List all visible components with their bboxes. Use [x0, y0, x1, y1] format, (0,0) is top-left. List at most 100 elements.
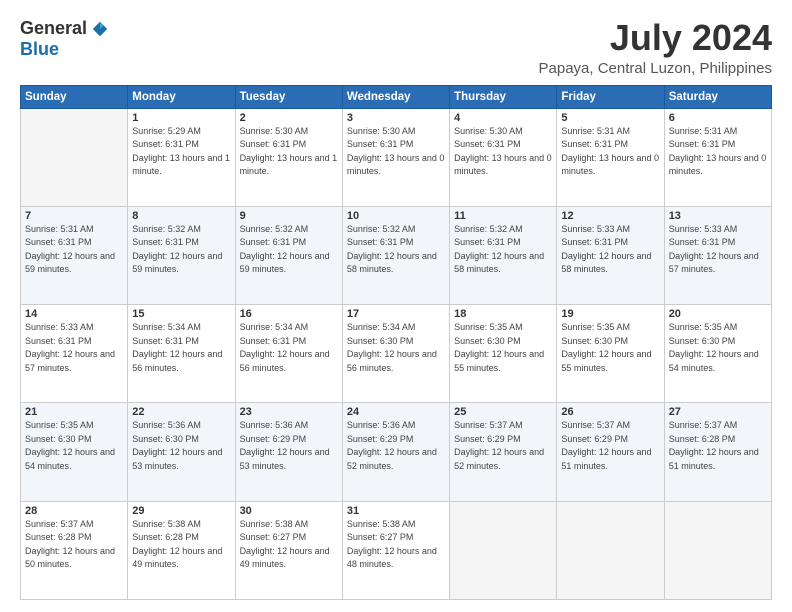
calendar-cell: 8 Sunrise: 5:32 AMSunset: 6:31 PMDayligh… — [128, 206, 235, 304]
calendar-cell: 20 Sunrise: 5:35 AMSunset: 6:30 PMDaylig… — [664, 305, 771, 403]
day-detail: Sunrise: 5:35 AMSunset: 6:30 PMDaylight:… — [669, 322, 759, 373]
title-section: July 2024 Papaya, Central Luzon, Philipp… — [539, 18, 772, 77]
calendar-cell: 11 Sunrise: 5:32 AMSunset: 6:31 PMDaylig… — [450, 206, 557, 304]
calendar-cell: 26 Sunrise: 5:37 AMSunset: 6:29 PMDaylig… — [557, 403, 664, 501]
day-number: 11 — [454, 210, 552, 222]
day-number: 29 — [132, 505, 230, 517]
calendar-cell: 5 Sunrise: 5:31 AMSunset: 6:31 PMDayligh… — [557, 108, 664, 206]
calendar-cell: 12 Sunrise: 5:33 AMSunset: 6:31 PMDaylig… — [557, 206, 664, 304]
day-detail: Sunrise: 5:33 AMSunset: 6:31 PMDaylight:… — [561, 224, 651, 275]
day-number: 28 — [25, 505, 123, 517]
calendar-cell: 16 Sunrise: 5:34 AMSunset: 6:31 PMDaylig… — [235, 305, 342, 403]
day-detail: Sunrise: 5:37 AMSunset: 6:29 PMDaylight:… — [454, 420, 544, 471]
day-number: 20 — [669, 308, 767, 320]
col-saturday: Saturday — [664, 85, 771, 108]
day-detail: Sunrise: 5:38 AMSunset: 6:27 PMDaylight:… — [240, 519, 330, 570]
day-number: 12 — [561, 210, 659, 222]
calendar-cell: 15 Sunrise: 5:34 AMSunset: 6:31 PMDaylig… — [128, 305, 235, 403]
calendar-cell: 17 Sunrise: 5:34 AMSunset: 6:30 PMDaylig… — [342, 305, 449, 403]
logo-icon — [91, 20, 109, 38]
day-detail: Sunrise: 5:37 AMSunset: 6:28 PMDaylight:… — [25, 519, 115, 570]
day-detail: Sunrise: 5:36 AMSunset: 6:29 PMDaylight:… — [347, 420, 437, 471]
day-detail: Sunrise: 5:35 AMSunset: 6:30 PMDaylight:… — [454, 322, 544, 373]
logo-general-text: General — [20, 18, 87, 39]
day-number: 19 — [561, 308, 659, 320]
day-detail: Sunrise: 5:33 AMSunset: 6:31 PMDaylight:… — [25, 322, 115, 373]
col-friday: Friday — [557, 85, 664, 108]
day-detail: Sunrise: 5:32 AMSunset: 6:31 PMDaylight:… — [132, 224, 222, 275]
calendar-cell: 28 Sunrise: 5:37 AMSunset: 6:28 PMDaylig… — [21, 501, 128, 599]
day-detail: Sunrise: 5:35 AMSunset: 6:30 PMDaylight:… — [25, 420, 115, 471]
page: General Blue July 2024 Papaya, Central L… — [0, 0, 792, 612]
location: Papaya, Central Luzon, Philippines — [539, 60, 772, 77]
calendar-cell: 25 Sunrise: 5:37 AMSunset: 6:29 PMDaylig… — [450, 403, 557, 501]
calendar-cell: 7 Sunrise: 5:31 AMSunset: 6:31 PMDayligh… — [21, 206, 128, 304]
day-detail: Sunrise: 5:33 AMSunset: 6:31 PMDaylight:… — [669, 224, 759, 275]
header: General Blue July 2024 Papaya, Central L… — [20, 18, 772, 77]
day-detail: Sunrise: 5:34 AMSunset: 6:30 PMDaylight:… — [347, 322, 437, 373]
calendar-cell — [21, 108, 128, 206]
day-number: 27 — [669, 406, 767, 418]
day-number: 25 — [454, 406, 552, 418]
day-number: 10 — [347, 210, 445, 222]
day-number: 26 — [561, 406, 659, 418]
col-wednesday: Wednesday — [342, 85, 449, 108]
calendar-cell: 4 Sunrise: 5:30 AMSunset: 6:31 PMDayligh… — [450, 108, 557, 206]
day-number: 15 — [132, 308, 230, 320]
day-number: 13 — [669, 210, 767, 222]
header-row: Sunday Monday Tuesday Wednesday Thursday… — [21, 85, 772, 108]
calendar-cell — [450, 501, 557, 599]
month-year: July 2024 — [539, 18, 772, 58]
day-number: 4 — [454, 112, 552, 124]
day-number: 1 — [132, 112, 230, 124]
day-detail: Sunrise: 5:30 AMSunset: 6:31 PMDaylight:… — [454, 126, 552, 177]
col-sunday: Sunday — [21, 85, 128, 108]
day-detail: Sunrise: 5:32 AMSunset: 6:31 PMDaylight:… — [240, 224, 330, 275]
calendar-cell: 27 Sunrise: 5:37 AMSunset: 6:28 PMDaylig… — [664, 403, 771, 501]
calendar-cell: 14 Sunrise: 5:33 AMSunset: 6:31 PMDaylig… — [21, 305, 128, 403]
day-detail: Sunrise: 5:37 AMSunset: 6:28 PMDaylight:… — [669, 420, 759, 471]
day-number: 5 — [561, 112, 659, 124]
logo-blue-text: Blue — [20, 39, 59, 60]
col-monday: Monday — [128, 85, 235, 108]
day-detail: Sunrise: 5:31 AMSunset: 6:31 PMDaylight:… — [561, 126, 659, 177]
day-detail: Sunrise: 5:38 AMSunset: 6:28 PMDaylight:… — [132, 519, 222, 570]
calendar-week-2: 14 Sunrise: 5:33 AMSunset: 6:31 PMDaylig… — [21, 305, 772, 403]
calendar-cell: 21 Sunrise: 5:35 AMSunset: 6:30 PMDaylig… — [21, 403, 128, 501]
calendar-cell: 29 Sunrise: 5:38 AMSunset: 6:28 PMDaylig… — [128, 501, 235, 599]
calendar-cell: 6 Sunrise: 5:31 AMSunset: 6:31 PMDayligh… — [664, 108, 771, 206]
calendar-cell: 10 Sunrise: 5:32 AMSunset: 6:31 PMDaylig… — [342, 206, 449, 304]
col-thursday: Thursday — [450, 85, 557, 108]
day-number: 16 — [240, 308, 338, 320]
day-detail: Sunrise: 5:36 AMSunset: 6:29 PMDaylight:… — [240, 420, 330, 471]
calendar-cell: 24 Sunrise: 5:36 AMSunset: 6:29 PMDaylig… — [342, 403, 449, 501]
calendar-week-4: 28 Sunrise: 5:37 AMSunset: 6:28 PMDaylig… — [21, 501, 772, 599]
calendar-cell — [557, 501, 664, 599]
day-detail: Sunrise: 5:29 AMSunset: 6:31 PMDaylight:… — [132, 126, 230, 177]
calendar-cell: 19 Sunrise: 5:35 AMSunset: 6:30 PMDaylig… — [557, 305, 664, 403]
day-number: 24 — [347, 406, 445, 418]
calendar-cell: 22 Sunrise: 5:36 AMSunset: 6:30 PMDaylig… — [128, 403, 235, 501]
day-number: 3 — [347, 112, 445, 124]
day-number: 14 — [25, 308, 123, 320]
day-detail: Sunrise: 5:36 AMSunset: 6:30 PMDaylight:… — [132, 420, 222, 471]
day-number: 7 — [25, 210, 123, 222]
day-detail: Sunrise: 5:30 AMSunset: 6:31 PMDaylight:… — [347, 126, 445, 177]
day-detail: Sunrise: 5:32 AMSunset: 6:31 PMDaylight:… — [347, 224, 437, 275]
day-detail: Sunrise: 5:38 AMSunset: 6:27 PMDaylight:… — [347, 519, 437, 570]
calendar-week-3: 21 Sunrise: 5:35 AMSunset: 6:30 PMDaylig… — [21, 403, 772, 501]
day-number: 2 — [240, 112, 338, 124]
day-number: 23 — [240, 406, 338, 418]
logo: General Blue — [20, 18, 109, 60]
day-number: 21 — [25, 406, 123, 418]
calendar-cell: 30 Sunrise: 5:38 AMSunset: 6:27 PMDaylig… — [235, 501, 342, 599]
calendar-cell: 31 Sunrise: 5:38 AMSunset: 6:27 PMDaylig… — [342, 501, 449, 599]
day-detail: Sunrise: 5:34 AMSunset: 6:31 PMDaylight:… — [240, 322, 330, 373]
day-number: 8 — [132, 210, 230, 222]
day-detail: Sunrise: 5:31 AMSunset: 6:31 PMDaylight:… — [25, 224, 115, 275]
day-number: 31 — [347, 505, 445, 517]
day-detail: Sunrise: 5:34 AMSunset: 6:31 PMDaylight:… — [132, 322, 222, 373]
calendar-cell: 18 Sunrise: 5:35 AMSunset: 6:30 PMDaylig… — [450, 305, 557, 403]
day-detail: Sunrise: 5:37 AMSunset: 6:29 PMDaylight:… — [561, 420, 651, 471]
day-number: 30 — [240, 505, 338, 517]
